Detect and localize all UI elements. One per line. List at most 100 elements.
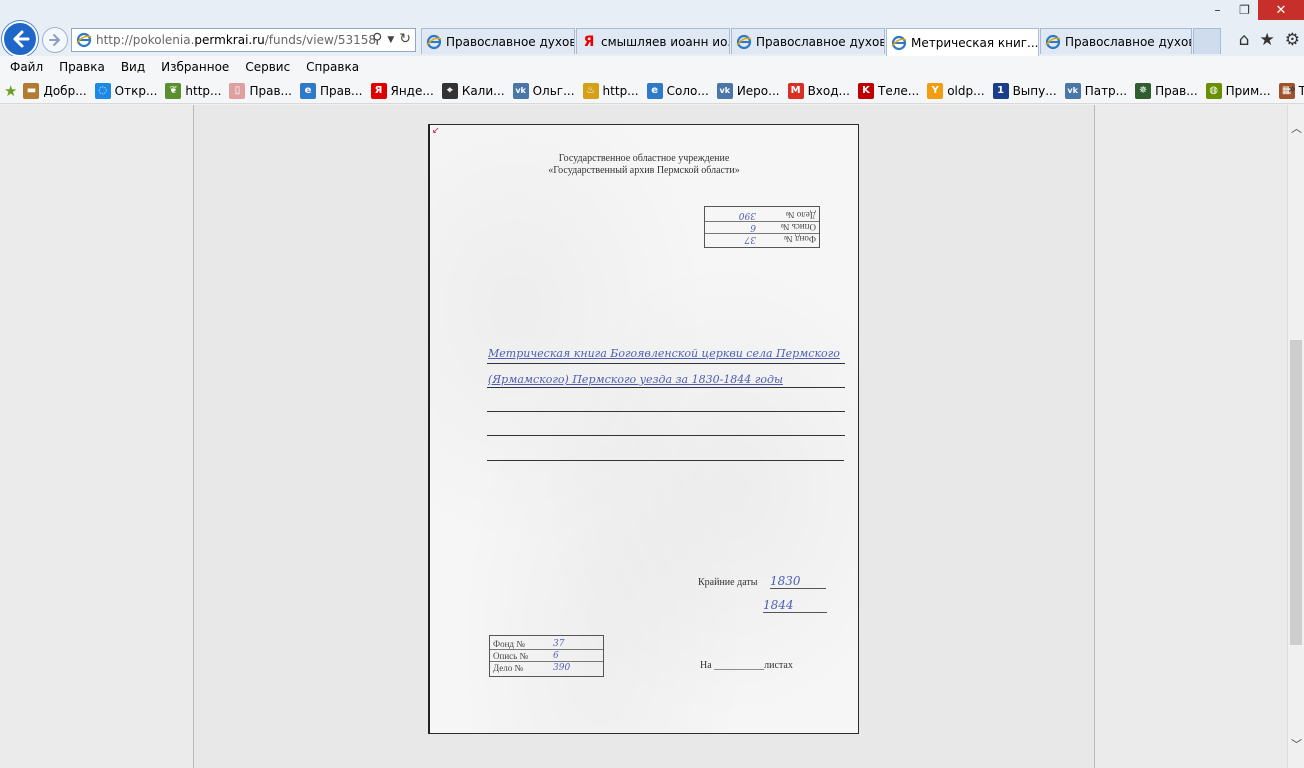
title-rule: [487, 387, 845, 388]
back-button[interactable]: [2, 21, 38, 57]
vk-icon: vk: [1064, 82, 1081, 99]
favorite-item[interactable]: e Прав...: [299, 82, 363, 99]
menu-help[interactable]: Справка: [306, 60, 359, 74]
favorite-item[interactable]: ▯ Прав...: [229, 82, 292, 99]
forward-button[interactable]: [42, 27, 68, 53]
ie-icon: [426, 34, 442, 49]
stamp-label: Опись №: [780, 222, 816, 233]
favorite-label: Иеро...: [736, 83, 780, 98]
scanned-document-page: ↙ Государственное областное учреждение «…: [428, 124, 859, 734]
leaf-icon: ❦: [165, 82, 182, 99]
institution-line-2: «Государственный архив Пермской области»: [548, 165, 740, 176]
favorite-label: Янде...: [390, 83, 434, 98]
menu-tools[interactable]: Сервис: [245, 60, 290, 74]
favorite-item[interactable]: ✵ Прав...: [1135, 82, 1198, 99]
menu-favorites[interactable]: Избранное: [161, 60, 229, 74]
title-rule: [487, 435, 845, 436]
tab-label: Православное духов...: [446, 34, 575, 49]
favorite-item[interactable]: e Соло...: [646, 82, 709, 99]
globe-icon: ◍: [1205, 82, 1222, 99]
favorite-item[interactable]: Yoldp...: [927, 82, 985, 99]
tab-4-active[interactable]: Метрическая книг... ✕: [886, 28, 1039, 56]
date-to-value: 1844: [763, 598, 827, 613]
yandex-icon: Я: [370, 82, 387, 99]
favorite-item[interactable]: ◌ Откр...: [94, 82, 157, 99]
more-favorites-chevron-icon[interactable]: »: [1288, 82, 1296, 97]
menu-file[interactable]: Файл: [10, 60, 43, 74]
favorite-item[interactable]: Я Янде...: [370, 82, 434, 99]
ie-icon: [76, 32, 92, 48]
institution-header: Государственное областное учреждение «Го…: [430, 153, 858, 177]
menu-view[interactable]: Вид: [121, 60, 145, 74]
favorite-item[interactable]: ♨ http...: [582, 82, 639, 99]
archive-stamp-bottom: Фонд № 37 Опись № 6 Дело № 390: [489, 635, 604, 677]
favorite-label: Прим...: [1225, 83, 1271, 98]
chevron-down-icon[interactable]: ▼: [387, 35, 394, 47]
favorite-label: Вход...: [807, 83, 850, 98]
emblem-icon: ✵: [1135, 82, 1152, 99]
vertical-scrollbar[interactable]: ︿ ﹀: [1287, 105, 1304, 768]
stamp-value: 390: [553, 663, 571, 673]
forward-arrow-icon: [49, 34, 60, 46]
favorites-bar: ★ ▬ Добр... ◌ Откр... ❦ http... ▯ Прав... e Прав.…: [0, 78, 1304, 104]
title-rule: [487, 411, 845, 412]
url-text[interactable]: http://pokolenia.permkrai.ru/funds/view/…: [96, 33, 376, 47]
channel-one-icon: 1: [992, 82, 1009, 99]
title-bar: – ❐ ✕ http://pokolenia.permkrai.ru/funds…: [0, 0, 1304, 57]
favorite-item[interactable]: K Теле...: [858, 82, 919, 99]
favorite-item[interactable]: ◍ Прим...: [1205, 82, 1271, 99]
favorite-item[interactable]: M Вход...: [787, 82, 850, 99]
favorite-label: Добр...: [43, 83, 87, 98]
stamp-label: Дело №: [785, 210, 816, 220]
stamp-label: Фонд №: [493, 638, 525, 649]
close-window-button[interactable]: ✕: [1258, 0, 1304, 20]
refresh-ring-icon: ◌: [94, 82, 111, 99]
sheets-count-label: На __________листах: [700, 660, 793, 671]
window-controls: – ❐ ✕: [1204, 0, 1304, 20]
yandex-icon: Я: [583, 33, 595, 50]
vk-icon: vk: [512, 82, 529, 99]
ie-icon: [891, 35, 907, 50]
favorite-label: http...: [185, 83, 222, 98]
scrollbar-thumb[interactable]: [1290, 340, 1302, 645]
favorite-item[interactable]: vk Иеро...: [716, 82, 780, 99]
home-icon[interactable]: ⌂: [1239, 30, 1250, 50]
favorite-label: oldp...: [947, 83, 985, 98]
back-arrow-icon: [13, 30, 30, 48]
add-favorite-star-icon[interactable]: ★: [4, 82, 17, 100]
stamp-label: Дело №: [493, 663, 524, 673]
favorite-item[interactable]: ⌖ Кали...: [441, 82, 505, 99]
favorite-item[interactable]: ▬ Добр...: [23, 82, 87, 99]
favorite-label: Соло...: [666, 83, 709, 98]
favorite-item[interactable]: vk Ольг...: [512, 82, 575, 99]
scroll-down-arrow-icon[interactable]: ﹀: [1288, 735, 1304, 752]
new-tab-button[interactable]: [1193, 28, 1221, 54]
minimize-button[interactable]: –: [1204, 0, 1231, 20]
favorites-star-icon[interactable]: ★: [1260, 30, 1275, 50]
tab-3[interactable]: Православное духов...: [731, 28, 885, 54]
document-title-line-2: (Ярмамского) Пермского уезда за 1830-184…: [488, 373, 783, 386]
tab-1[interactable]: Православное духов...: [421, 28, 575, 54]
menu-edit[interactable]: Правка: [59, 60, 105, 74]
stamp-label: Фонд №: [784, 234, 816, 245]
ie-icon: e: [646, 82, 663, 99]
refresh-icon[interactable]: ↻: [399, 31, 411, 47]
restore-button[interactable]: ❐: [1231, 0, 1258, 20]
menu-bar: Файл Правка Вид Избранное Сервис Справка: [0, 56, 1304, 78]
stamp-value: 6: [750, 222, 756, 233]
favorite-item[interactable]: 1 Выпу...: [992, 82, 1057, 99]
archive-stamp-top: Фонд № 37 Опись № 6 Дело № 390: [704, 206, 820, 248]
favorite-label: Прав...: [249, 83, 292, 98]
date-range-label: Крайние даты: [698, 577, 758, 588]
favorite-item[interactable]: ❦ http...: [165, 82, 222, 99]
tab-5[interactable]: Православное духов...: [1040, 28, 1192, 54]
favorite-item[interactable]: vk Патр...: [1064, 82, 1127, 99]
gear-icon[interactable]: ⚙: [1285, 30, 1300, 50]
address-bar[interactable]: http://pokolenia.permkrai.ru/funds/view/…: [71, 28, 416, 52]
y-icon: Y: [927, 82, 944, 99]
stamp-value: 37: [744, 234, 756, 245]
scroll-up-arrow-icon[interactable]: ︿: [1288, 119, 1304, 136]
tab-2[interactable]: Я смышляев иоанн ио...: [576, 28, 730, 54]
search-icon[interactable]: ⚲: [372, 31, 382, 47]
favorite-label: Кали...: [461, 83, 505, 98]
